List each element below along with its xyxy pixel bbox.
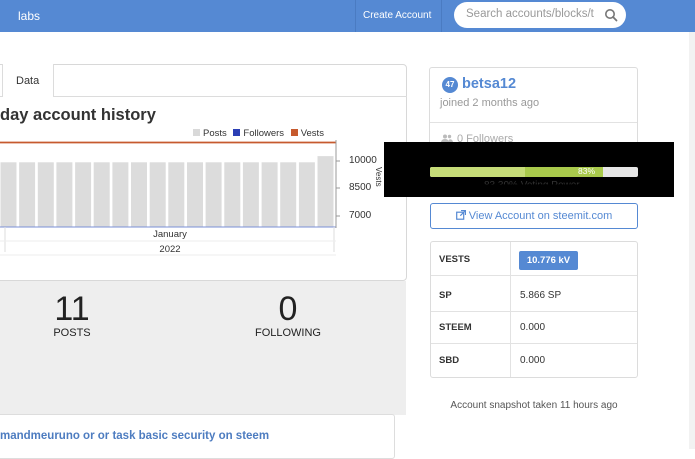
legend-swatch-vests <box>290 129 298 136</box>
search-input[interactable] <box>466 8 594 20</box>
posts-bar[interactable] <box>223 161 242 228</box>
nav-divider <box>355 0 356 32</box>
posts-bar[interactable] <box>55 161 74 228</box>
table-label: VESTS <box>439 254 471 265</box>
legend-label-posts: Posts <box>203 128 227 139</box>
legend-item-vests[interactable]: Vests <box>290 128 324 139</box>
posts-bar[interactable] <box>186 161 204 228</box>
chart-legend: Posts Followers Vests <box>193 128 328 139</box>
legend-label-vests: Vests <box>300 128 324 139</box>
y-tick-label: 8500 <box>349 182 372 193</box>
external-link-icon <box>455 210 466 220</box>
x-tick-year: 2022 <box>159 244 180 255</box>
brand-label[interactable]: labs <box>18 9 40 23</box>
posts-count: 11 <box>54 290 90 328</box>
tabs-divider <box>0 96 407 97</box>
y-tick-label: 7000 <box>349 210 372 221</box>
search-icon[interactable] <box>604 8 618 22</box>
posts-bar[interactable] <box>260 161 279 228</box>
y-tick-label: 10000 <box>349 155 377 166</box>
posts-bar[interactable] <box>18 161 37 228</box>
vests-badge: 10.776 kV <box>519 251 578 270</box>
legend-swatch-followers <box>233 129 241 136</box>
chart-title: day account history <box>0 106 156 124</box>
posts-bar[interactable] <box>241 161 260 228</box>
posts-bar[interactable] <box>279 161 298 228</box>
posts-bar[interactable] <box>36 161 55 228</box>
top-navbar: labs Create Account <box>0 0 695 32</box>
search-box[interactable] <box>454 2 626 28</box>
table-row: VESTS 10.776 kV <box>431 242 637 276</box>
view-account-label: View Account on steemit.com <box>468 210 613 222</box>
legend-label-followers: Followers <box>243 128 285 139</box>
reputation-badge: 47 <box>442 77 458 93</box>
username-link[interactable]: betsa12 <box>462 76 516 92</box>
posts-bar[interactable] <box>204 161 223 228</box>
y-axis-label: Vests <box>374 167 383 187</box>
table-label: STEEM <box>439 322 472 333</box>
posts-bar[interactable] <box>92 161 111 228</box>
post-title-link[interactable]: mandmeuruno or or task basic security on… <box>0 430 269 442</box>
posts-bar[interactable] <box>316 155 335 228</box>
legend-item-posts[interactable]: Posts <box>193 128 227 139</box>
snapshot-note: Account snapshot taken 11 hours ago <box>450 400 618 411</box>
tab-data-label: Data <box>16 75 40 87</box>
voting-power-bar <box>430 167 638 177</box>
posts-bar[interactable] <box>297 161 316 228</box>
page-scrollbar[interactable] <box>689 32 695 449</box>
table-row: SBD 0.000 <box>431 343 637 377</box>
posts-bar[interactable] <box>167 161 186 228</box>
account-table: VESTS 10.776 kV SP 5.866 SP STEEM 0.000 … <box>430 241 638 378</box>
table-label: SP <box>439 290 452 301</box>
table-row: SP 5.866 SP <box>431 278 637 312</box>
posts-bar[interactable] <box>130 161 148 228</box>
posts-bar[interactable] <box>148 161 167 228</box>
nav-divider <box>441 0 442 32</box>
legend-item-followers[interactable]: Followers <box>233 128 284 139</box>
table-row: STEEM 0.000 <box>431 310 637 344</box>
table-value: 0.000 <box>520 322 546 333</box>
create-account-link[interactable]: Create Account <box>363 10 431 21</box>
tab-data[interactable]: Data <box>2 64 54 97</box>
table-value: 0.000 <box>520 355 546 366</box>
legend-swatch-posts <box>193 129 200 136</box>
voting-power-percent: 83% <box>578 166 596 176</box>
table-value: 5.866 SP <box>520 290 562 301</box>
joined-date: joined 2 months ago <box>440 97 540 109</box>
x-tick-month: January <box>153 229 187 240</box>
posts-bar[interactable] <box>0 161 18 228</box>
posts-label: POSTS <box>53 327 91 339</box>
table-label: SBD <box>439 355 460 366</box>
view-account-button[interactable]: View Account on steemit.com <box>430 203 638 229</box>
posts-bar[interactable] <box>111 161 130 228</box>
profile-divider <box>430 122 637 123</box>
following-label: FOLLOWING <box>254 327 321 339</box>
following-count: 0 <box>278 290 298 328</box>
posts-bar[interactable] <box>74 161 93 228</box>
history-chart: January 2022 <box>0 140 340 256</box>
